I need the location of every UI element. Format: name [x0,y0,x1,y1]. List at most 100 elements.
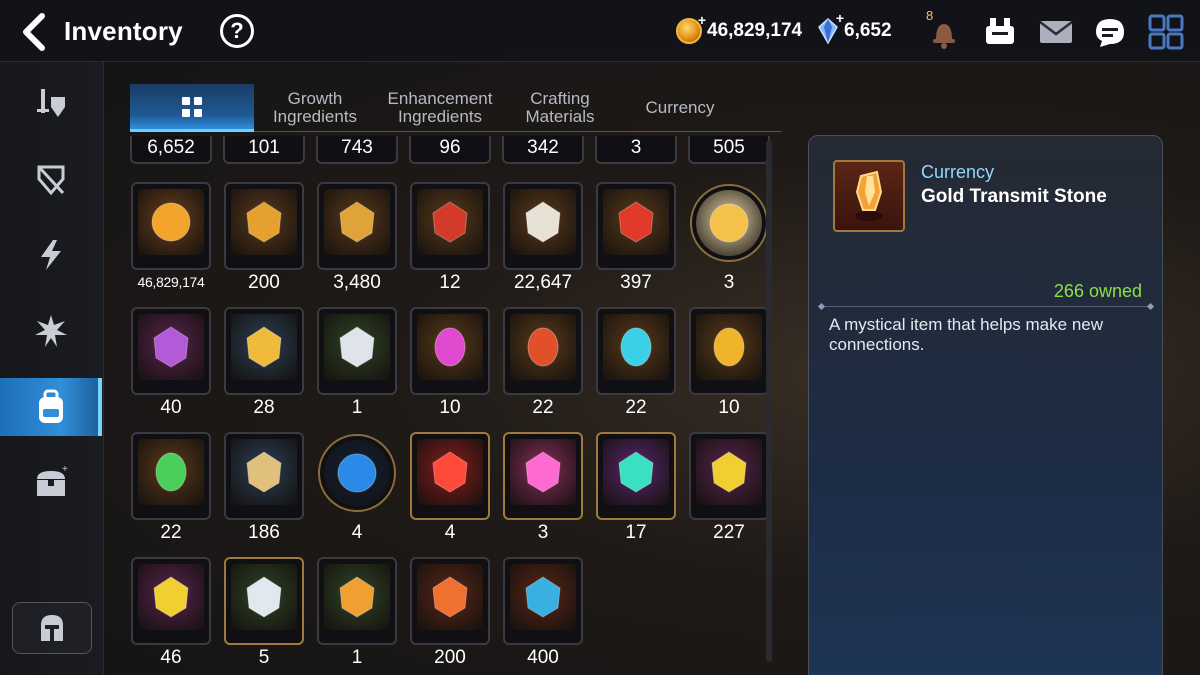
inventory-item[interactable]: 4 [316,432,398,543]
tab-enhancement-ingredients[interactable]: Enhancement Ingredients [380,84,500,132]
inventory-item[interactable]: 10 [688,307,770,418]
inventory-item[interactable]: 3 [688,182,770,293]
inventory-item[interactable]: 397 [595,182,677,293]
item-frame [596,432,676,520]
sidebar-item-materials[interactable] [0,378,102,436]
item-frame [131,182,211,270]
guild-icon[interactable] [980,12,1020,52]
gold-coin-icon: + [676,12,706,44]
chat-bubble-icon[interactable] [1090,12,1130,52]
item-count: 3 [537,522,549,543]
inventory-item[interactable]: 4 [409,432,491,543]
item-background [510,564,576,630]
back-arrow-icon[interactable] [18,12,52,52]
detail-divider [821,306,1151,307]
item-count[interactable]: 342 [502,136,584,164]
tab-currency[interactable]: Currency [622,84,738,132]
sidebar-item-chests[interactable]: + [0,454,102,512]
item-background [603,314,669,380]
inventory-item[interactable]: 200 [223,182,305,293]
item-background [138,189,204,255]
fist-emblem-icon [339,201,375,243]
item-count: 3 [723,272,735,293]
inventory-item[interactable]: 186 [223,432,305,543]
item-count: 200 [248,272,280,293]
item-detail-panel: Currency Gold Transmit Stone 266 owned A… [808,135,1163,675]
lightning-transmit-stone-icon [153,576,189,618]
item-background [138,564,204,630]
tab-all[interactable] [130,84,254,132]
inventory-item[interactable]: 17 [595,432,677,543]
inventory-item[interactable]: 28 [223,307,305,418]
inventory-item[interactable]: 40 [130,307,212,418]
inventory-item[interactable]: 22 [130,432,212,543]
crystal-counter[interactable]: + 6,652 [818,10,892,46]
item-background [417,564,483,630]
item-background [696,314,762,380]
sidebar-item-exclusive[interactable] [0,302,102,360]
hero-helmet-button[interactable] [12,602,92,654]
backpack-icon [39,389,63,423]
item-count[interactable]: 505 [688,136,770,164]
gold-counter[interactable]: + 46,829,174 [676,12,802,46]
item-count: 22,647 [513,272,573,293]
tab-crafting-materials[interactable]: Crafting Materials [508,84,612,132]
inventory-item[interactable]: 22 [502,307,584,418]
inventory-item[interactable]: 10 [409,307,491,418]
item-background [231,439,297,505]
inventory-item[interactable]: 22 [595,307,677,418]
broken-shield-icon [37,165,65,196]
inventory-item[interactable]: 400 [502,557,584,668]
sword-shield-icon [37,89,65,117]
sidebar-item-skills[interactable] [0,226,102,284]
sidebar-item-artifacts[interactable] [0,150,102,208]
menu-grid-icon[interactable] [1146,12,1186,52]
item-frame [224,432,304,520]
inventory-item[interactable]: 46 [130,557,212,668]
item-count: 22 [625,397,647,418]
item-background [510,314,576,380]
item-count[interactable]: 101 [223,136,305,164]
mail-envelope-icon[interactable] [1036,12,1076,52]
item-background [138,439,204,505]
item-background [510,189,576,255]
inventory-item[interactable]: 5 [223,557,305,668]
item-frame [689,307,769,395]
item-count[interactable]: 743 [316,136,398,164]
detail-item-name: Gold Transmit Stone [921,186,1107,207]
star-transmit-stone-icon [246,576,282,618]
crystal-value: 6,652 [844,20,892,41]
item-count[interactable]: 3 [595,136,677,164]
item-background [417,189,483,255]
inventory-item[interactable]: 3 [502,432,584,543]
red-rune-icon [527,327,559,367]
inventory-item[interactable]: 22,647 [502,182,584,293]
silver-flower-icon [339,326,375,368]
item-frame [317,307,397,395]
item-background [417,439,483,505]
orange-transmit-stone-icon [339,576,375,618]
sidebar-item-equipment[interactable] [0,74,102,132]
item-background [696,439,762,505]
inventory-item[interactable]: 12 [409,182,491,293]
item-count: 3,480 [333,272,381,293]
item-count: 4 [351,522,363,543]
item-count[interactable]: 96 [409,136,491,164]
notification-bell-icon[interactable]: 8 [924,8,964,52]
tab-growth-ingredients[interactable]: Growth Ingredients [260,84,370,132]
item-count: 5 [258,647,270,668]
item-grid-scrollbar[interactable] [766,140,772,662]
item-count: 400 [527,647,559,668]
inventory-item[interactable]: 1 [316,557,398,668]
detail-owned-count: 266 owned [1053,281,1142,301]
inventory-item[interactable]: 3,480 [316,182,398,293]
inventory-item[interactable]: 1 [316,307,398,418]
item-background [603,189,669,255]
item-count: 1 [351,397,363,418]
inventory-item[interactable]: 200 [409,557,491,668]
help-button[interactable]: ? [220,14,254,48]
inventory-item[interactable]: 227 [688,432,770,543]
item-frame [596,182,676,270]
item-count[interactable]: 6,652 [130,136,212,164]
inventory-item[interactable]: 46,829,174 [130,182,212,290]
